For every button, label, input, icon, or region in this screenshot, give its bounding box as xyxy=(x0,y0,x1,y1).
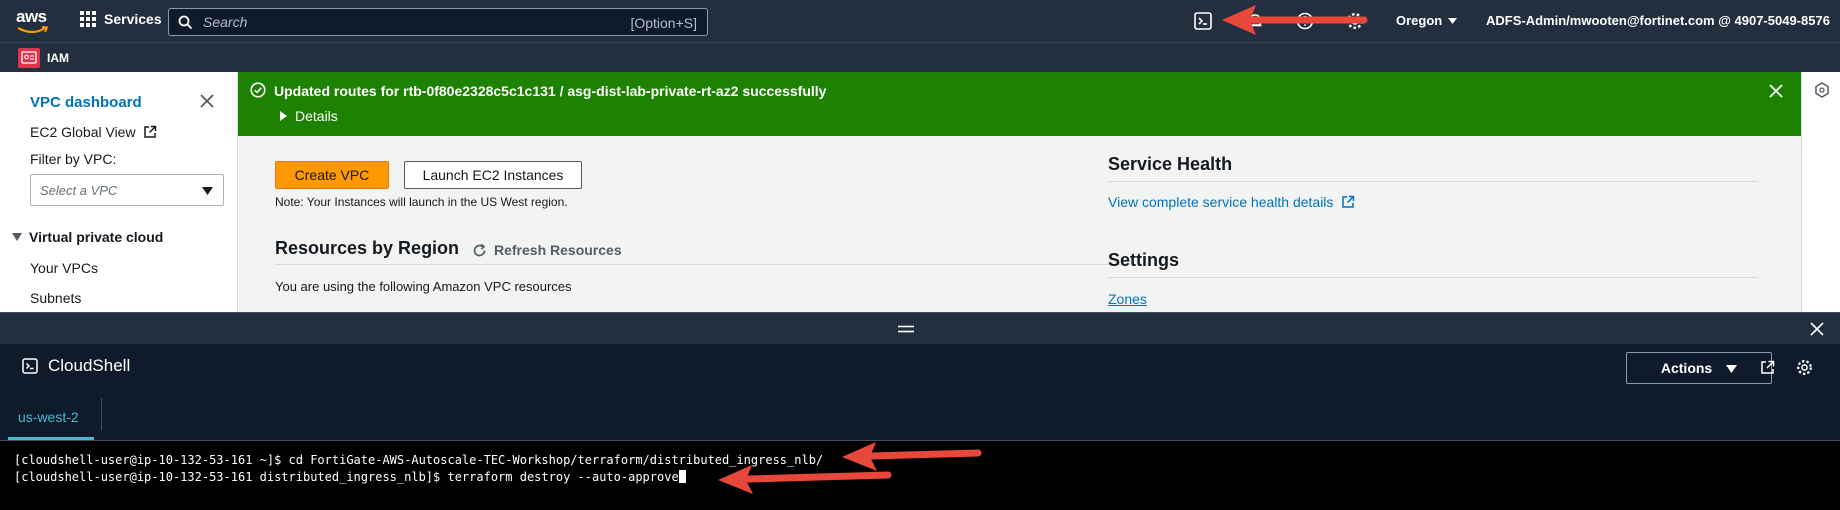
actions-dropdown-button[interactable]: Actions xyxy=(1626,352,1772,384)
tab-separator xyxy=(101,398,102,430)
cloudshell-terminal[interactable]: [cloudshell-user@ip-10-132-53-161 ~]$ cd… xyxy=(0,440,1840,510)
services-label: Services xyxy=(104,11,162,27)
aws-smile-icon xyxy=(17,26,49,34)
zones-link[interactable]: Zones xyxy=(1108,291,1147,307)
grid-icon xyxy=(80,11,96,27)
vpc-dashboard-content: Create VPC Launch EC2 Instances Note: Yo… xyxy=(238,136,1801,312)
sidebar-title[interactable]: VPC dashboard xyxy=(30,94,142,111)
resources-by-region-heading: Resources by Region xyxy=(275,238,460,258)
success-flash-banner: Updated routes for rtb-0f80e2328c5c1c131… xyxy=(238,72,1801,136)
sidebar-item-your-vpcs[interactable]: Your VPCs xyxy=(30,260,98,276)
region-note: Note: Your Instances will launch in the … xyxy=(275,195,568,209)
close-icon[interactable] xyxy=(200,94,214,108)
caret-right-icon xyxy=(280,111,287,121)
refresh-resources-label: Refresh Resources xyxy=(494,242,622,258)
drag-handle-icon[interactable] xyxy=(898,325,914,333)
info-panel-icon[interactable] xyxy=(1814,82,1830,98)
launch-ec2-instances-button[interactable]: Launch EC2 Instances xyxy=(404,161,582,189)
vpc-filter-placeholder: Select a VPC xyxy=(40,183,118,198)
vpc-sidebar: VPC dashboard EC2 Global View Filter by … xyxy=(0,72,238,312)
search-input[interactable] xyxy=(203,12,583,32)
help-panel-rail xyxy=(1801,72,1840,312)
search-box[interactable]: [Option+S] xyxy=(168,8,708,36)
terminal-line: [cloudshell-user@ip-10-132-53-161 ~]$ cd… xyxy=(14,453,824,467)
flash-message: Updated routes for rtb-0f80e2328c5c1c131… xyxy=(274,83,827,99)
gear-icon[interactable] xyxy=(1796,359,1813,376)
terminal-line-text: [cloudshell-user@ip-10-132-53-161 distri… xyxy=(14,470,679,484)
top-navigation-bar: aws Services [Option+S] Or xyxy=(0,0,1840,42)
iam-badge-glyph xyxy=(21,51,37,64)
help-icon[interactable] xyxy=(1296,12,1314,30)
caret-down-icon xyxy=(12,233,22,241)
caret-down-icon xyxy=(1448,17,1458,24)
cloudshell-icon[interactable] xyxy=(1194,12,1212,30)
divider xyxy=(275,264,1125,265)
filter-by-vpc-label: Filter by VPC: xyxy=(30,151,117,167)
sidebar-section-virtual-private-cloud[interactable]: Virtual private cloud xyxy=(12,229,163,245)
sidebar-section-label: Virtual private cloud xyxy=(29,229,164,245)
sidebar-item-label: EC2 Global View xyxy=(30,124,136,140)
external-link-icon xyxy=(1342,195,1355,208)
caret-down-icon xyxy=(202,187,213,195)
service-health-heading: Service Health xyxy=(1108,154,1233,174)
terminal-line: [cloudshell-user@ip-10-132-53-161 distri… xyxy=(14,470,686,484)
aws-logo-text: aws xyxy=(16,7,47,26)
account-label: ADFS-Admin/mwooten@fortinet.com @ 4907-5… xyxy=(1486,13,1830,28)
external-link-icon[interactable] xyxy=(1760,360,1775,375)
aws-logo[interactable]: aws xyxy=(16,7,50,35)
vpc-filter-select[interactable]: Select a VPC xyxy=(30,174,224,206)
divider xyxy=(1108,181,1758,182)
region-selector[interactable]: Oregon xyxy=(1396,13,1458,28)
service-health-link-label: View complete service health details xyxy=(1108,194,1334,210)
cloudshell-header: CloudShell Actions us-west-2 xyxy=(0,344,1840,440)
cloudshell-resize-bar[interactable] xyxy=(0,312,1840,344)
caret-down-icon xyxy=(1726,365,1738,373)
cloudshell-icon xyxy=(22,358,38,374)
favorites-bar: IAM xyxy=(0,42,1840,72)
external-link-icon xyxy=(143,125,156,138)
iam-icon[interactable] xyxy=(18,48,40,68)
search-shortcut-hint: [Option+S] xyxy=(630,15,697,31)
flash-details-toggle[interactable]: Details xyxy=(280,108,338,124)
flash-details-label: Details xyxy=(295,108,338,124)
refresh-icon xyxy=(473,243,486,256)
cloudshell-title: CloudShell xyxy=(22,356,130,376)
settings-heading: Settings xyxy=(1108,250,1180,270)
cloudshell-title-label: CloudShell xyxy=(48,356,131,375)
terminal-cursor xyxy=(678,470,686,483)
iam-shortcut-label[interactable]: IAM xyxy=(47,51,69,65)
services-menu[interactable]: Services xyxy=(80,11,162,27)
close-icon[interactable] xyxy=(1769,84,1783,98)
create-vpc-button[interactable]: Create VPC xyxy=(275,161,389,189)
resources-summary-text: You are using the following Amazon VPC r… xyxy=(275,279,572,294)
sidebar-item-ec2-global-view[interactable]: EC2 Global View xyxy=(30,124,157,140)
service-health-link[interactable]: View complete service health details xyxy=(1108,194,1355,210)
tab-us-west-2[interactable]: us-west-2 xyxy=(0,396,102,440)
refresh-resources-button[interactable]: Refresh Resources xyxy=(472,242,622,258)
account-menu[interactable]: ADFS-Admin/mwooten@fortinet.com @ 4907-5… xyxy=(1486,13,1830,28)
tab-label: us-west-2 xyxy=(18,409,79,425)
bell-icon[interactable] xyxy=(1246,12,1264,30)
close-icon[interactable] xyxy=(1810,322,1824,336)
settings-icon[interactable] xyxy=(1346,12,1364,30)
sidebar-item-subnets[interactable]: Subnets xyxy=(30,290,81,306)
search-icon xyxy=(178,15,193,30)
region-label: Oregon xyxy=(1396,13,1443,28)
actions-label: Actions xyxy=(1660,360,1713,376)
check-circle-icon xyxy=(250,82,266,98)
divider xyxy=(1108,277,1758,278)
